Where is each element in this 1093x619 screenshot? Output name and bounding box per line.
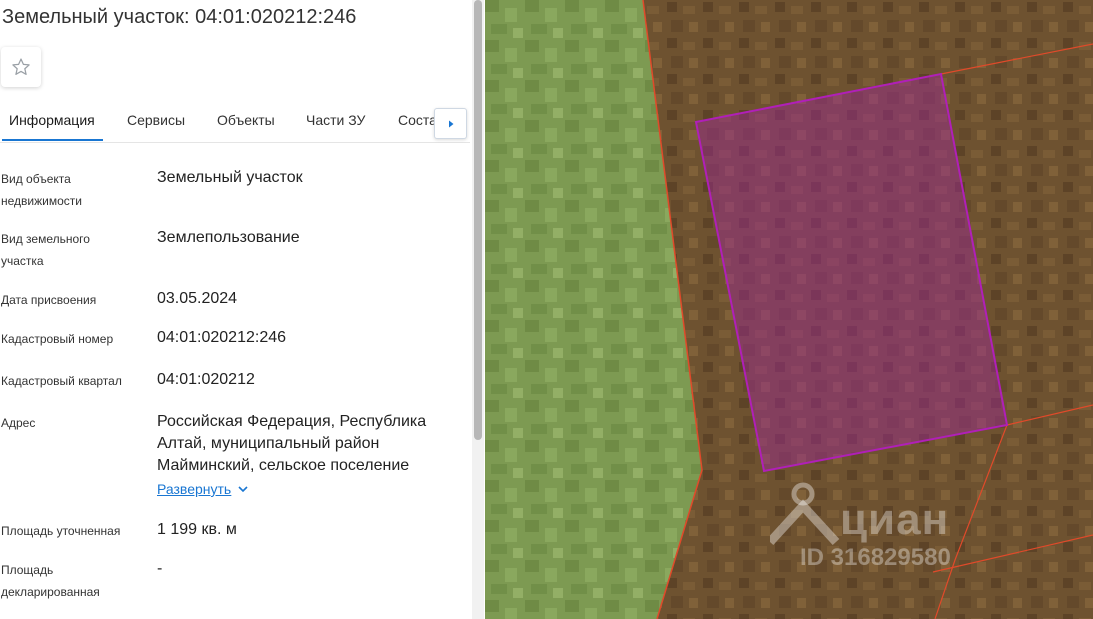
tab-objects[interactable]: Объекты — [217, 112, 275, 128]
field-value: Земельный участок — [157, 169, 303, 186]
field-label: Кадастровый квартал — [1, 374, 122, 388]
field-value: Землепользование — [157, 229, 300, 246]
page-title: Земельный участок: 04:01:020212:246 — [2, 6, 357, 28]
star-outline-icon — [12, 58, 30, 75]
field-value: 04:01:020212:246 — [157, 329, 287, 346]
chevron-down-icon — [238, 486, 248, 493]
field-value: 1 199 кв. м — [157, 521, 237, 538]
tab-parts[interactable]: Части ЗУ — [306, 112, 365, 128]
tab-services[interactable]: Сервисы — [127, 112, 185, 128]
field-value: - — [157, 560, 163, 577]
field-label: Вид земельного участка — [1, 232, 90, 268]
field-label: Адрес — [1, 416, 36, 430]
panel-scrollbar[interactable] — [472, 0, 484, 619]
field-label: Дата присвоения — [1, 293, 97, 307]
expand-label: Развернуть — [157, 481, 232, 497]
field-label: Площадь уточненная — [1, 524, 121, 538]
address-value: Российская Федерация, Республика Алтай, … — [157, 413, 427, 474]
tab-bar: Информация Сервисы Объекты Части ЗУ Сост… — [0, 98, 470, 143]
tabs-next-button[interactable] — [434, 108, 467, 139]
scrollbar-thumb[interactable] — [474, 0, 482, 440]
field-value: 04:01:020212 — [157, 371, 255, 388]
tab-composition[interactable]: Соста — [398, 112, 437, 128]
field-label: Вид объекта недвижимости — [1, 172, 82, 208]
watermark-id: ID 316829580 — [800, 544, 951, 571]
active-tab-indicator — [2, 139, 103, 141]
expand-address-link[interactable]: Развернуть — [157, 481, 249, 497]
info-panel: Земельный участок: 04:01:020212:246 Инфо… — [0, 0, 484, 619]
field-label: Кадастровый номер — [1, 332, 114, 346]
field-label: Площадь декларированная — [1, 563, 100, 599]
watermark-brand: циан — [840, 495, 950, 544]
tab-information[interactable]: Информация — [9, 112, 95, 128]
field-value: 03.05.2024 — [157, 290, 238, 307]
location-pin-icon — [770, 482, 840, 546]
caret-right-icon — [448, 120, 453, 127]
favorite-button[interactable] — [1, 47, 41, 87]
